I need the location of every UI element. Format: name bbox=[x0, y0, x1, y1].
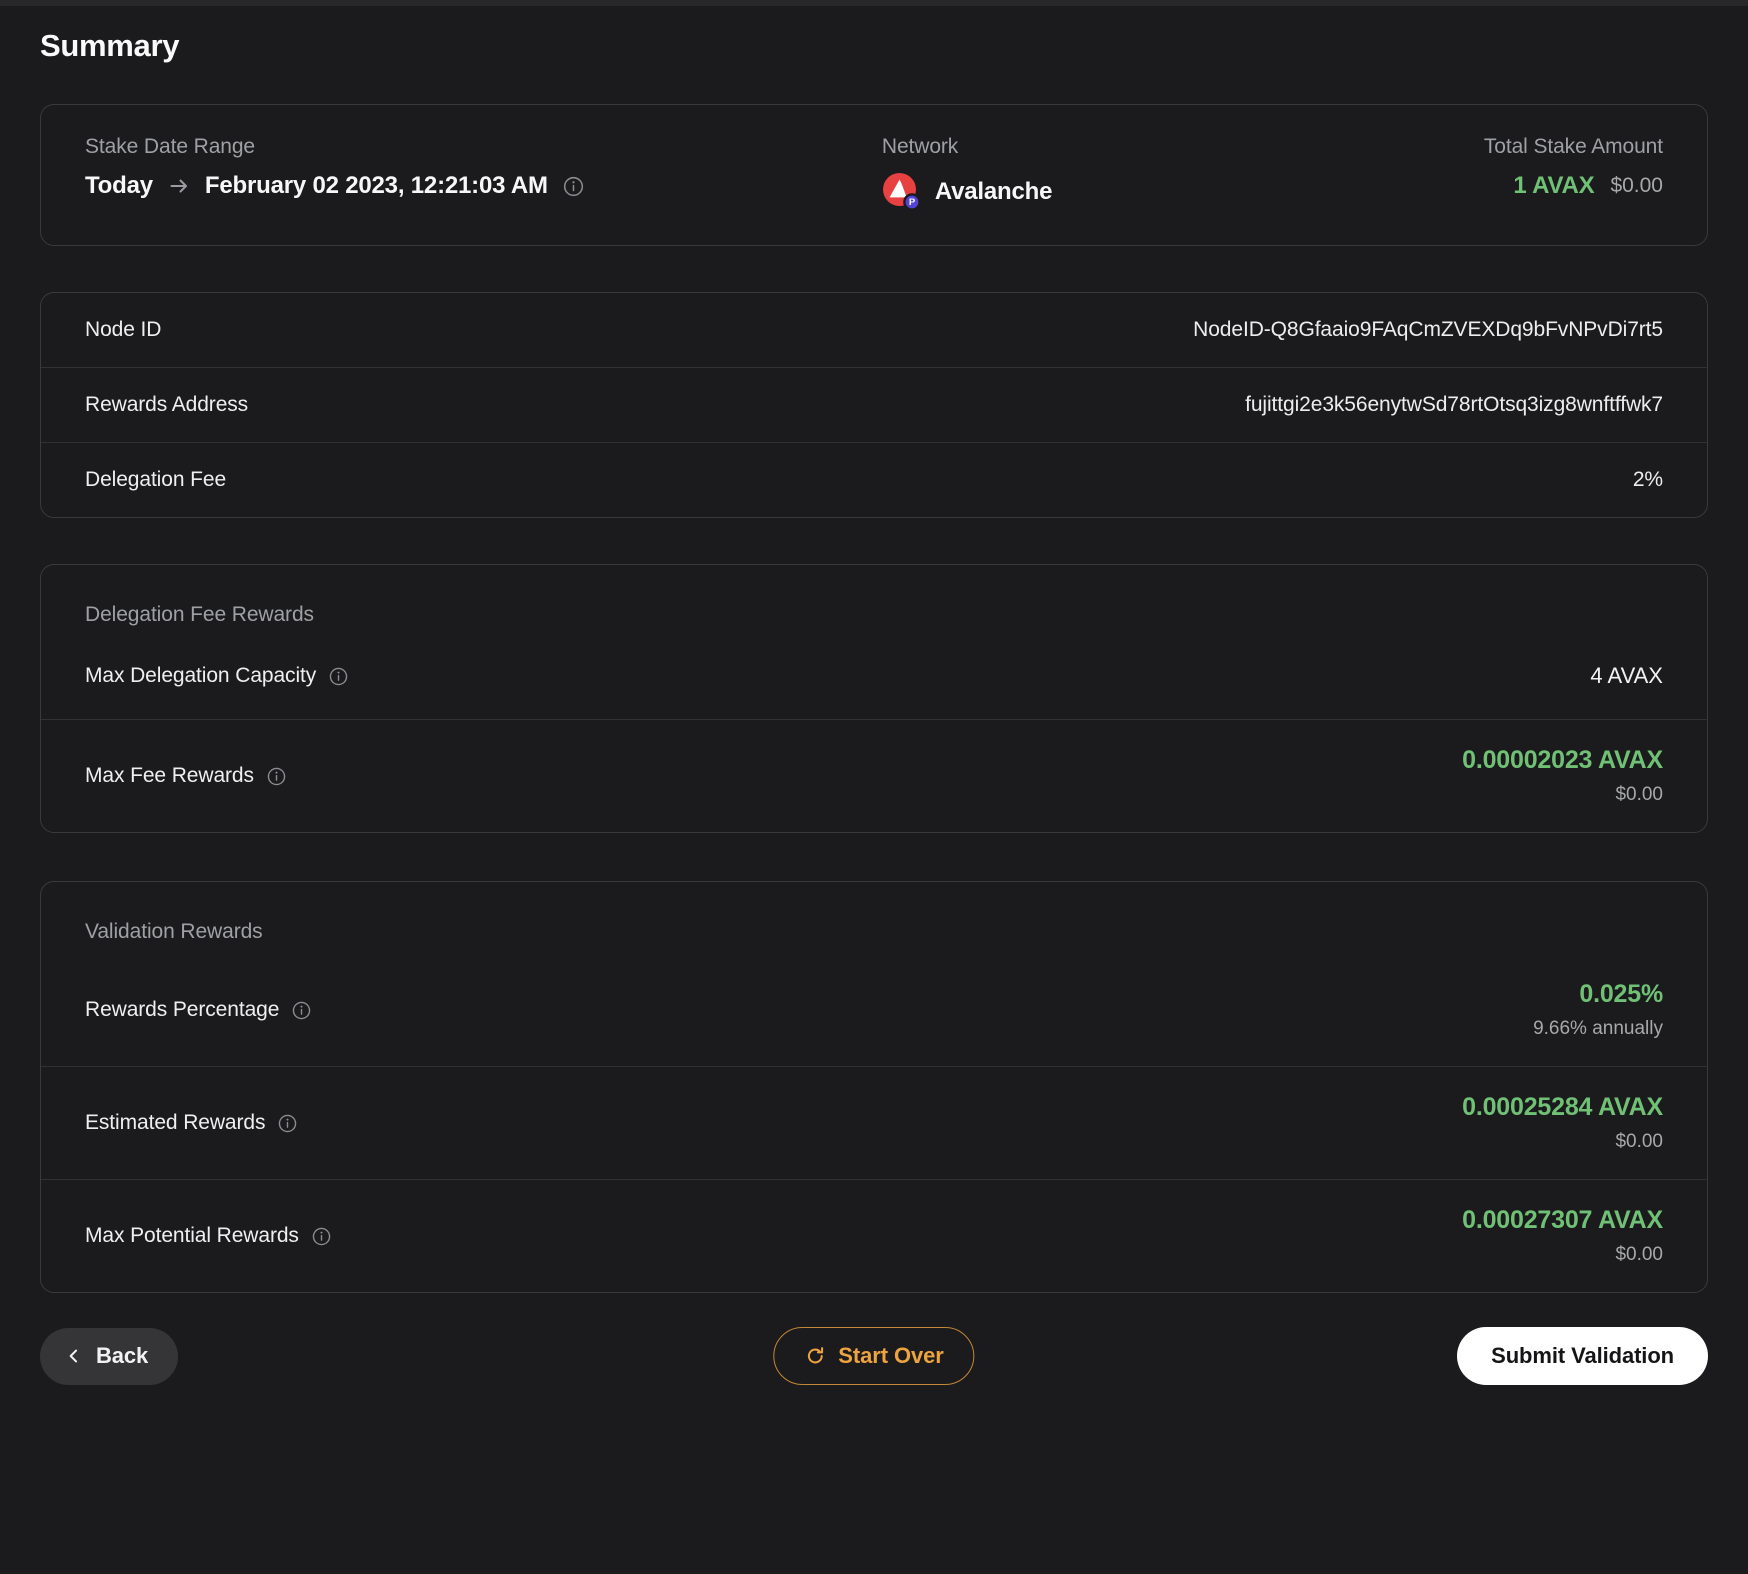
submit-validation-button[interactable]: Submit Validation bbox=[1457, 1327, 1708, 1385]
network-section: Network P Avalanche bbox=[882, 135, 1484, 211]
total-stake-label: Total Stake Amount bbox=[1483, 135, 1663, 158]
page-title: Summary bbox=[40, 28, 180, 63]
row-max-potential-rewards: Max Potential Rewards 0.00027307 AVAX $0… bbox=[41, 1179, 1707, 1292]
max-delegation-capacity-label: Max Delegation Capacity bbox=[85, 664, 317, 687]
network-name: Avalanche bbox=[934, 177, 1053, 205]
rewards-address-label: Rewards Address bbox=[85, 393, 249, 416]
max-delegation-capacity-value: 4 AVAX bbox=[1590, 663, 1663, 688]
network-label: Network bbox=[881, 135, 959, 158]
delegation-fee-label: Delegation Fee bbox=[85, 468, 227, 491]
avalanche-network-icon: P bbox=[882, 172, 921, 211]
node-details-card: Node ID NodeID-Q8Gfaaio9FAqCmZVEXDq9bFvN… bbox=[40, 292, 1708, 518]
estimated-rewards-usd: $0.00 bbox=[1615, 1131, 1663, 1152]
info-icon[interactable] bbox=[562, 175, 585, 198]
estimated-rewards-label: Estimated Rewards bbox=[85, 1111, 266, 1134]
max-fee-rewards-label: Max Fee Rewards bbox=[85, 764, 254, 787]
action-bar: Back Start Over Submit Validation bbox=[40, 1327, 1708, 1385]
top-divider-strip bbox=[0, 0, 1748, 6]
row-estimated-rewards: Estimated Rewards 0.00025284 AVAX $0.00 bbox=[41, 1066, 1707, 1179]
delegation-fee-rewards-title: Delegation Fee Rewards bbox=[85, 603, 314, 626]
stake-date-from: Today bbox=[85, 172, 153, 199]
info-icon[interactable] bbox=[266, 766, 287, 787]
svg-text:P: P bbox=[909, 197, 916, 208]
row-max-delegation-capacity: Max Delegation Capacity 4 AVAX bbox=[41, 633, 1707, 719]
rewards-percentage-value: 0.025% bbox=[1579, 980, 1663, 1008]
max-potential-rewards-label: Max Potential Rewards bbox=[85, 1224, 299, 1247]
table-row-delegation-fee: Delegation Fee 2% bbox=[41, 442, 1707, 517]
summary-page: Summary Stake Date Range Today February … bbox=[0, 0, 1748, 1574]
max-fee-rewards-value: 0.00002023 AVAX bbox=[1462, 746, 1663, 774]
table-row-rewards-address: Rewards Address fujittgi2e3k56enytwSd78r… bbox=[41, 367, 1707, 442]
validation-rewards-title: Validation Rewards bbox=[85, 920, 263, 943]
submit-validation-button-label: Submit Validation bbox=[1491, 1343, 1674, 1368]
node-id-label: Node ID bbox=[85, 318, 162, 341]
total-stake-section: Total Stake Amount 1 AVAX $0.00 bbox=[1484, 135, 1663, 200]
total-stake-usd: $0.00 bbox=[1610, 174, 1663, 197]
refresh-icon bbox=[804, 1345, 826, 1367]
stake-date-to: February 02 2023, 12:21:03 AM bbox=[204, 172, 548, 199]
delegation-fee-value: 2% bbox=[1632, 468, 1663, 491]
table-row-node-id: Node ID NodeID-Q8Gfaaio9FAqCmZVEXDq9bFvN… bbox=[41, 293, 1707, 367]
rewards-address-value: fujittgi2e3k56enytwSd78rtOtsq3izg8wnftff… bbox=[1245, 393, 1663, 416]
arrow-right-icon bbox=[167, 174, 191, 198]
row-rewards-percentage: Rewards Percentage 0.025% 9.66% annually bbox=[41, 950, 1707, 1066]
info-icon[interactable] bbox=[328, 666, 349, 687]
info-icon[interactable] bbox=[291, 1000, 312, 1021]
rewards-percentage-annual: 9.66% annually bbox=[1533, 1018, 1663, 1039]
rewards-percentage-label: Rewards Percentage bbox=[85, 998, 280, 1021]
delegation-fee-rewards-card: Delegation Fee Rewards Max Delegation Ca… bbox=[40, 564, 1708, 833]
estimated-rewards-value: 0.00025284 AVAX bbox=[1462, 1093, 1663, 1121]
validation-rewards-card: Validation Rewards Rewards Percentage 0.… bbox=[40, 881, 1708, 1293]
stake-date-range-section: Stake Date Range Today February 02 2023,… bbox=[85, 135, 882, 200]
chevron-left-icon bbox=[64, 1346, 84, 1366]
info-icon[interactable] bbox=[277, 1113, 298, 1134]
stake-date-range-label: Stake Date Range bbox=[85, 135, 256, 158]
back-button[interactable]: Back bbox=[40, 1327, 179, 1385]
stake-summary-card: Stake Date Range Today February 02 2023,… bbox=[40, 104, 1708, 246]
start-over-button-label: Start Over bbox=[838, 1343, 944, 1368]
back-button-label: Back bbox=[96, 1343, 149, 1368]
total-stake-amount: 1 AVAX bbox=[1513, 172, 1595, 199]
node-id-value: NodeID-Q8Gfaaio9FAqCmZVEXDq9bFvNPvDi7rt5 bbox=[1193, 318, 1663, 341]
row-max-fee-rewards: Max Fee Rewards 0.00002023 AVAX $0.00 bbox=[41, 719, 1707, 832]
info-icon[interactable] bbox=[311, 1226, 332, 1247]
max-fee-rewards-usd: $0.00 bbox=[1615, 784, 1663, 805]
start-over-button[interactable]: Start Over bbox=[773, 1327, 975, 1385]
max-potential-rewards-usd: $0.00 bbox=[1615, 1244, 1663, 1265]
max-potential-rewards-value: 0.00027307 AVAX bbox=[1462, 1206, 1663, 1234]
